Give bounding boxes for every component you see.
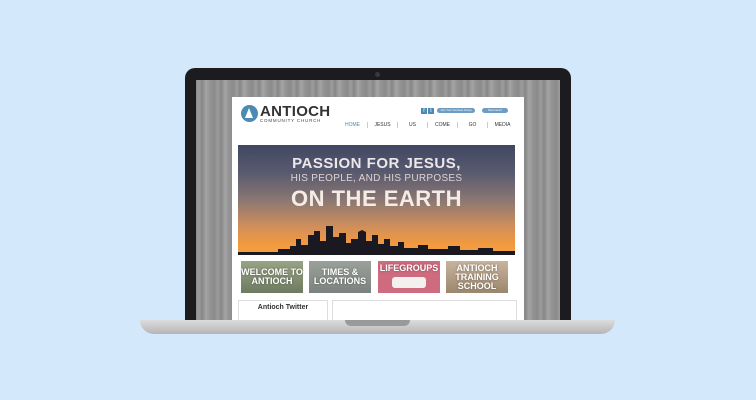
logo-name: ANTIOCH [260,103,331,120]
hero-line-3: ON THE EARTH [291,186,462,211]
nav-jesus[interactable]: JESUS [367,122,397,128]
hero-line-1: PASSION FOR JESUS, [292,155,461,172]
twitter-icon[interactable]: t [428,108,434,114]
church-logo[interactable]: ANTIOCH COMMUNITY CHURCH [241,104,330,124]
hero-line-2: HIS PEOPLE, AND HIS PURPOSES [290,173,463,184]
new-here-button[interactable]: New Here? [482,108,508,113]
logo-mark-icon [241,105,258,123]
laptop-lid: ANTIOCH COMMUNITY CHURCH f t Join Your C… [185,68,571,320]
connect-group-button[interactable]: Join Your Connect Group [437,108,475,113]
logo-subtitle: COMMUNITY CHURCH [260,118,322,123]
laptop-notch [345,320,410,326]
lifegroups-label: LIFEGROUPS [379,263,439,273]
content-panel [332,300,517,320]
times-locations-tile[interactable]: TIMES & LOCATIONS [309,261,371,293]
welcome-tile[interactable]: WELCOME TO ANTIOCH [241,261,303,293]
nav-us[interactable]: US [397,122,427,128]
nav-home[interactable]: HOME [338,122,367,128]
laptop-base [140,320,615,334]
sofa-image [392,277,426,288]
twitter-title: Antioch Twitter [257,304,309,311]
main-nav: HOME JESUS US COME GO MEDIA [338,122,517,128]
lifegroups-tile[interactable]: LIFEGROUPS [378,261,440,293]
hero-banner: PASSION FOR JESUS, HIS PEOPLE, AND HIS P… [238,145,515,255]
twitter-panel: Antioch Twitter [238,300,328,320]
city-skyline-image [238,226,515,255]
social-links: f t [421,108,434,114]
hero-text: PASSION FOR JESUS, HIS PEOPLE, AND HIS P… [238,155,515,212]
camera-icon [375,72,380,77]
website-page: ANTIOCH COMMUNITY CHURCH f t Join Your C… [232,97,524,320]
nav-come[interactable]: COME [427,122,457,128]
training-school-tile[interactable]: ANTIOCH TRAINING SCHOOL [446,261,508,293]
laptop-screen: ANTIOCH COMMUNITY CHURCH f t Join Your C… [196,80,560,320]
nav-media[interactable]: MEDIA [487,122,517,128]
logo-text: ANTIOCH COMMUNITY CHURCH [260,104,330,124]
nav-go[interactable]: GO [457,122,487,128]
facebook-icon[interactable]: f [421,108,427,114]
